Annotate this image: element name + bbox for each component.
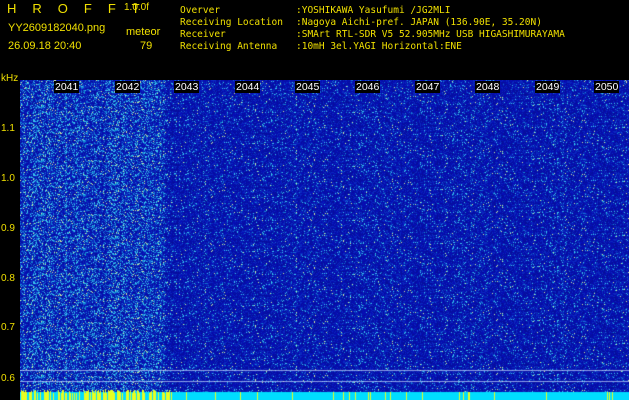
x-tick: 2042 xyxy=(115,81,141,93)
x-tick: 2046 xyxy=(355,81,381,93)
observer-value: :YOSHIKAWA Yasufumi /JG2MLI xyxy=(296,5,451,16)
datetime-label: 26.09.18 20:40 xyxy=(8,40,82,52)
spectrogram xyxy=(20,80,629,400)
y-tick: 1.1 xyxy=(1,123,15,134)
x-tick: 2044 xyxy=(235,81,261,93)
count-label: 79 xyxy=(140,40,153,52)
y-tick: 0.8 xyxy=(1,273,15,284)
x-tick: 2047 xyxy=(415,81,441,93)
receiver-key: Receiver xyxy=(180,29,226,40)
x-tick: 2049 xyxy=(535,81,561,93)
observer-key: Overver xyxy=(180,5,221,16)
location-key: Receiving Location xyxy=(180,17,283,28)
x-tick: 2041 xyxy=(54,81,80,93)
y-tick: 1.0 xyxy=(1,173,15,184)
y-tick: 0.7 xyxy=(1,322,15,333)
antenna-row: Receiving Antenna :10mH 3el.YAGI Horizont… xyxy=(180,41,462,53)
receiver-value: :SMArt RTL-SDR V5 52.905MHz USB HIGASHIM… xyxy=(296,29,565,40)
observer-row: Overver :YOSHIKAWA Yasufumi /JG2MLI xyxy=(180,5,450,17)
y-tick: 0.6 xyxy=(1,373,15,384)
version-label: 1.0.0f xyxy=(124,2,150,13)
antenna-value: :10mH 3el.YAGI Horizontal:ENE xyxy=(296,41,462,52)
location-value: :Nagoya Aichi-pref. JAPAN (136.90E, 35.2… xyxy=(296,17,542,28)
x-tick: 2048 xyxy=(475,81,501,93)
x-tick: 2050 xyxy=(594,81,620,93)
y-axis-unit: kHz xyxy=(1,73,19,84)
receiver-row: Receiver :SMArt RTL-SDR V5 52.905MHz USB … xyxy=(180,29,565,41)
antenna-key: Receiving Antenna xyxy=(180,41,278,52)
y-tick: 0.9 xyxy=(1,223,15,234)
location-row: Receiving Location :Nagoya Aichi-pref. JA… xyxy=(180,17,542,29)
x-tick: 2043 xyxy=(174,81,200,93)
filename-label: YY2609182040.png xyxy=(8,22,106,34)
type-label: meteor xyxy=(126,26,161,38)
x-tick: 2045 xyxy=(295,81,321,93)
